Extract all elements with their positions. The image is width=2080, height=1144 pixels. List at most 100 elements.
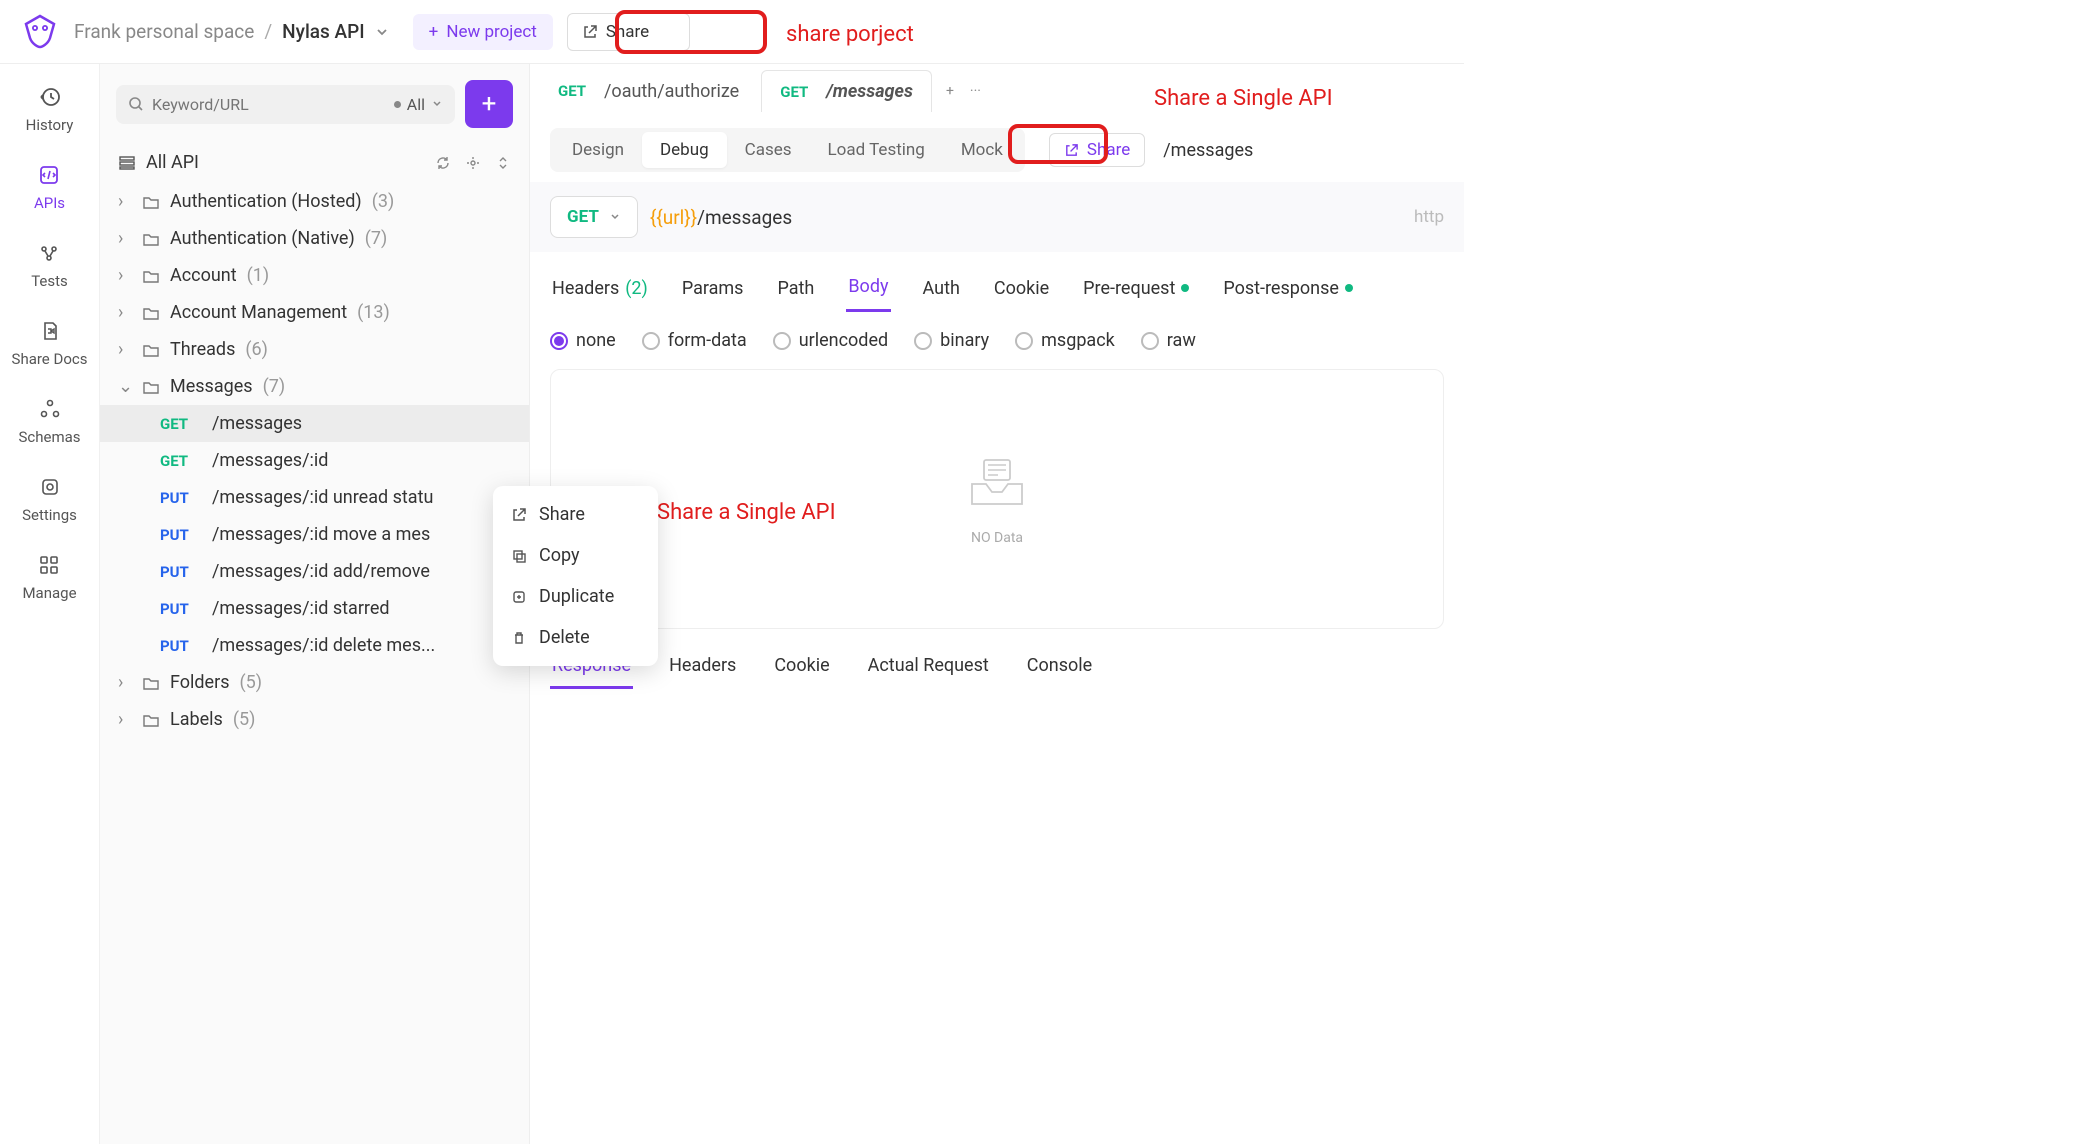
tree-folder[interactable]: › Account (1) [100,257,529,294]
tree-folder[interactable]: › Account Management (13) [100,294,529,331]
app-logo [20,12,60,52]
body-type-binary[interactable]: binary [914,330,989,351]
request-tab-auth[interactable]: Auth [921,268,962,312]
request-tab-headers[interactable]: Headers (2) [550,268,650,312]
request-tab-pre-request[interactable]: Pre-request [1081,268,1191,312]
body-type-msgpack[interactable]: msgpack [1015,330,1115,351]
rail-label: History [26,116,74,134]
method-badge: PUT [160,563,198,581]
all-api-label: All API [146,152,199,173]
more-icon[interactable]: ··· [970,83,981,99]
chevron-down-icon[interactable] [375,25,389,39]
tree-item[interactable]: GET/messages/:id [100,442,529,479]
tree-folder[interactable]: › Threads (6) [100,331,529,368]
top-bar: Frank personal space / Nylas API + New p… [0,0,1464,64]
subnav-item-design[interactable]: Design [554,132,642,168]
tree-folder[interactable]: › Authentication (Native) (7) [100,220,529,257]
new-project-button[interactable]: + New project [413,14,553,50]
ctx-share[interactable]: Share [493,494,658,535]
ctx-label: Delete [539,627,590,648]
ctx-duplicate[interactable]: Duplicate [493,576,658,617]
tab-label: Pre-request [1083,278,1175,299]
subnav-item-cases[interactable]: Cases [727,132,810,168]
rail-manage[interactable]: Manage [22,552,76,602]
tree-item[interactable]: PUT/messages/:id move a mes [100,516,529,553]
breadcrumb: Frank personal space / Nylas API [74,20,389,43]
tests-icon [36,240,62,266]
rail-tests[interactable]: Tests [31,240,68,290]
subnav-item-mock[interactable]: Mock [943,132,1021,168]
ctx-delete[interactable]: Delete [493,617,658,658]
rail-sharedocs[interactable]: Share Docs [12,318,88,368]
rail-history[interactable]: History [26,84,74,134]
subnav-item-debug[interactable]: Debug [642,132,727,168]
all-api-header[interactable]: All API [100,142,529,183]
item-path: /messages/:id delete mes... [212,635,435,656]
subnav-group: DesignDebugCasesLoad TestingMock [550,128,1025,172]
tree-item[interactable]: PUT/messages/:id unread statu [100,479,529,516]
method-dropdown[interactable]: GET [550,196,638,238]
response-tab-headers[interactable]: Headers [667,647,738,689]
request-tab-params[interactable]: Params [680,268,746,312]
share-api-label: Share [1087,140,1130,160]
body-type-urlencoded[interactable]: urlencoded [773,330,888,351]
body-type-none[interactable]: none [550,330,616,351]
tree-folder[interactable]: › Folders (5) [100,664,529,701]
request-tab-cookie[interactable]: Cookie [992,268,1051,312]
search-box[interactable]: All [116,85,455,124]
sort-icon[interactable] [495,155,511,171]
editor-tab[interactable]: GET/messages [761,70,932,112]
tree-folder[interactable]: › Authentication (Hosted) (3) [100,183,529,220]
tab-label: Auth [923,278,960,299]
body-type-radios: none form-data urlencoded binary msgpack raw [530,312,1464,369]
ctx-label: Copy [539,545,580,566]
rail-schemas[interactable]: Schemas [18,396,80,446]
request-tab-post-response[interactable]: Post-response [1221,268,1355,312]
rail-settings[interactable]: Settings [22,474,77,524]
ctx-label: Duplicate [539,586,614,607]
share-icon [511,507,527,523]
context-menu: Share Copy Duplicate Delete [493,486,658,666]
response-tab-cookie[interactable]: Cookie [772,647,831,689]
response-tab-console[interactable]: Console [1025,647,1094,689]
tree-folder[interactable]: › Labels (5) [100,701,529,738]
body-type-form-data[interactable]: form-data [642,330,747,351]
subnav-item-load-testing[interactable]: Load Testing [810,132,943,168]
folder-icon [142,267,160,285]
tree-item[interactable]: GET/messages [100,405,529,442]
editor-tab[interactable]: GET/oauth/authorize [540,71,757,112]
add-tab-icon[interactable]: + [946,83,954,99]
search-input[interactable] [152,95,386,114]
chevron-right-icon: › [118,339,132,360]
body-type-raw[interactable]: raw [1141,330,1196,351]
tree-item[interactable]: PUT/messages/:id delete mes... [100,627,529,664]
tab-label: Body [848,276,888,297]
tab-label: Cookie [994,278,1049,299]
request-tab-body[interactable]: Body [846,268,890,312]
refresh-icon[interactable] [435,155,451,171]
share-project-label: Share [606,22,649,42]
dot-icon [394,101,401,108]
breadcrumb-space[interactable]: Frank personal space [74,20,254,43]
request-tab-path[interactable]: Path [775,268,816,312]
rail-apis[interactable]: APIs [34,162,65,212]
response-tabs: ResponseHeadersCookieActual RequestConso… [530,629,1464,689]
url-protocol: http [1414,207,1444,227]
tree-item[interactable]: PUT/messages/:id add/remove [100,553,529,590]
folder-count: (5) [240,672,263,693]
chevron-down-icon [609,211,621,223]
share-api-button[interactable]: Share [1049,133,1145,167]
locate-icon[interactable] [465,155,481,171]
ctx-copy[interactable]: Copy [493,535,658,576]
response-tab-actual-request[interactable]: Actual Request [866,647,991,689]
breadcrumb-sep: / [264,20,272,43]
url-text[interactable]: {{url}}/messages [650,206,792,229]
add-button[interactable]: + [465,80,513,128]
tree-item[interactable]: PUT/messages/:id starred [100,590,529,627]
content-pane: GET/oauth/authorizeGET/messages + ··· Desi… [530,64,1464,1144]
filter-dropdown[interactable]: All [394,95,443,114]
breadcrumb-project[interactable]: Nylas API [282,20,364,43]
share-project-button[interactable]: Share [567,13,690,51]
tree-folder[interactable]: ⌄ Messages (7) [100,368,529,405]
history-icon [37,84,63,110]
